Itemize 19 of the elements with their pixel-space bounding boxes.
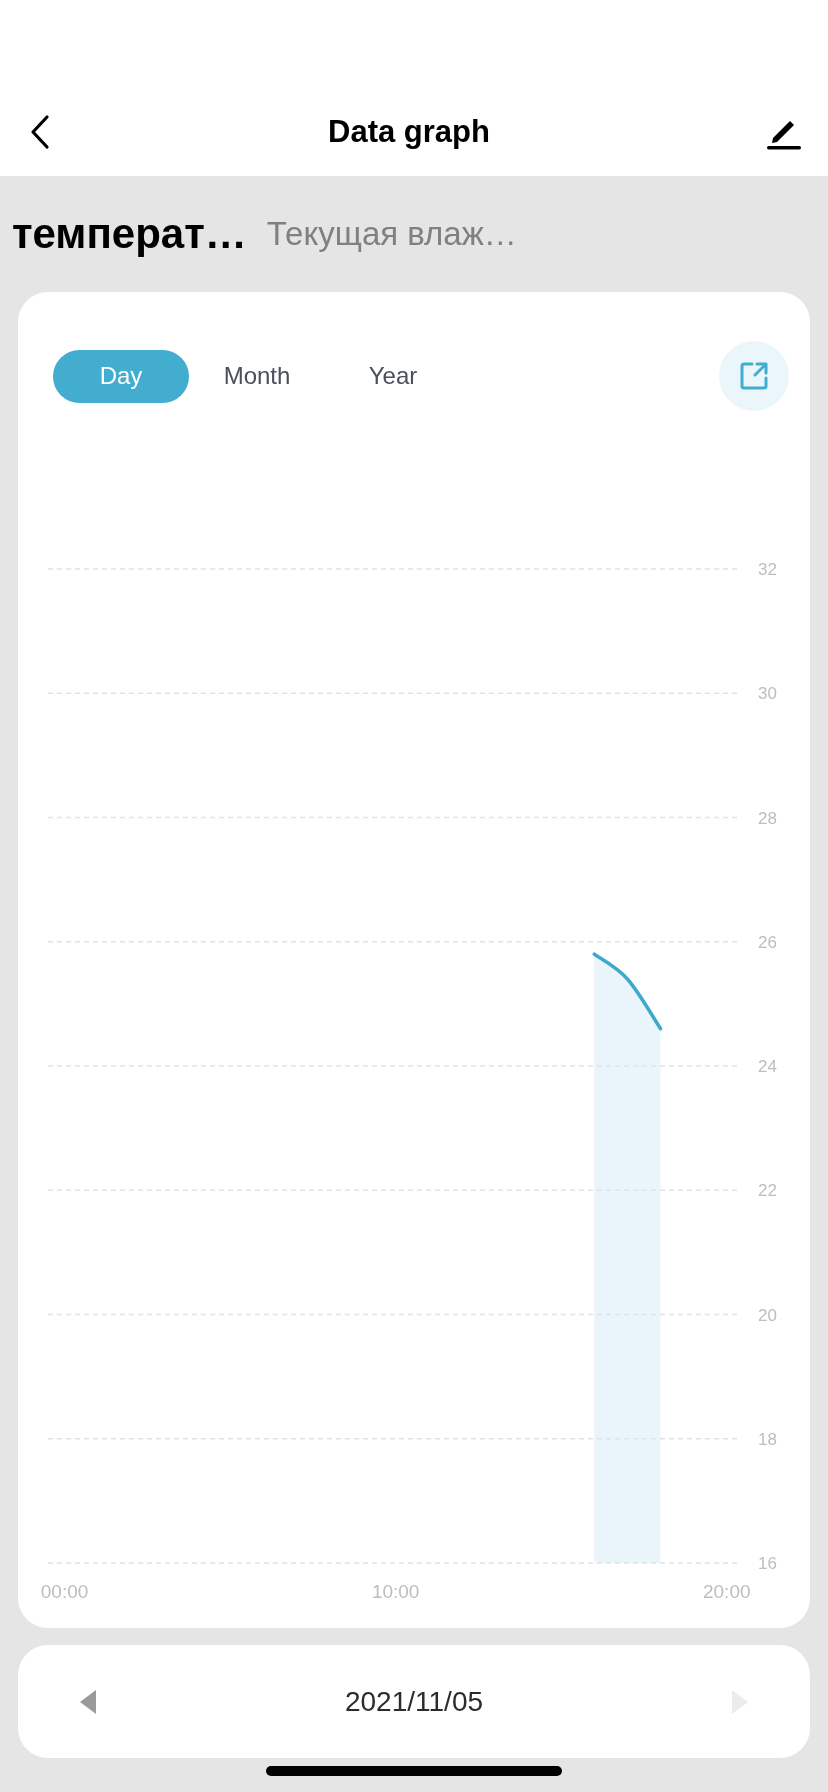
y-axis-label: 22 [758, 1181, 777, 1201]
y-axis-label: 26 [758, 932, 777, 952]
metric-tab[interactable]: температ… [12, 210, 247, 258]
y-axis-label: 32 [758, 560, 777, 579]
x-axis-label: 10:00 [371, 1581, 420, 1602]
y-axis-label: 30 [758, 684, 777, 704]
x-axis-label: 00:00 [40, 1581, 89, 1602]
period-tab[interactable]: Year [325, 349, 461, 403]
screen-title: Data graph [328, 114, 490, 150]
date-label: 2021/11/05 [344, 1685, 484, 1718]
y-axis-label: 28 [758, 808, 777, 828]
y-axis-label: 20 [758, 1305, 777, 1325]
period-tab[interactable]: Month [189, 349, 325, 403]
left-triangle-icon [80, 1689, 96, 1714]
y-axis-label: 24 [758, 1057, 777, 1076]
y-axis-label: 18 [758, 1429, 777, 1449]
x-axis-label: 20:00 [703, 1581, 751, 1602]
share-icon [738, 360, 770, 392]
y-axis-label: 16 [758, 1554, 777, 1573]
